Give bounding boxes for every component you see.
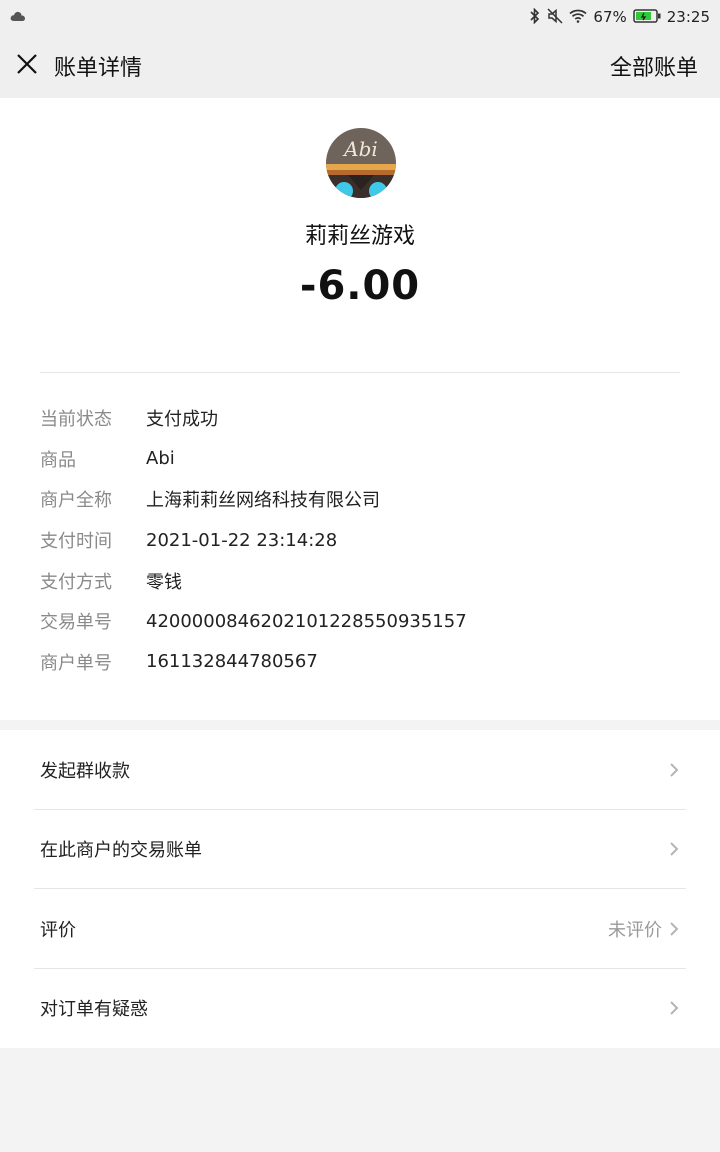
detail-row-product: 商品 Abi: [40, 439, 680, 480]
chevron-right-icon: [666, 841, 682, 857]
merchant-name: 莉莉丝游戏: [304, 224, 415, 249]
detail-row-pay-time: 支付时间 2021-01-22 23:14:28: [40, 520, 680, 561]
detail-label: 当前状态: [40, 409, 112, 431]
menu-item-label: 在此商户的交易账单: [40, 840, 202, 862]
nav-bar: 账单详情 全部账单: [0, 34, 720, 98]
detail-label: 商户单号: [40, 652, 112, 674]
menu-item-order-question[interactable]: 对订单有疑惑: [0, 969, 720, 1049]
details-list: 当前状态 支付成功 商品 Abi 商户全称 上海莉莉丝网络科技有限公司 支付时间…: [40, 398, 680, 682]
detail-row-status: 当前状态 支付成功: [40, 398, 680, 439]
action-menu: 发起群收款 在此商户的交易账单 评价 未评价 对订单有疑惑: [0, 730, 720, 1048]
bill-card: Abi 莉莉丝游戏 -6.00 当前状态 支付成功 商品 Abi 商户全称 上海…: [0, 98, 720, 720]
detail-row-merchant-full-name: 商户全称 上海莉莉丝网络科技有限公司: [40, 479, 680, 520]
bluetooth-icon: [529, 7, 541, 27]
divider: [40, 372, 680, 373]
battery-percent: 67%: [593, 7, 627, 26]
detail-label: 交易单号: [40, 612, 112, 634]
detail-row-transaction-id: 交易单号 4200000846202101228550935157: [40, 601, 680, 642]
detail-value: 支付成功: [146, 409, 218, 431]
detail-value: 4200000846202101228550935157: [146, 610, 467, 632]
avatar-logo-text: Abi: [342, 137, 378, 161]
menu-item-label: 发起群收款: [40, 760, 130, 782]
detail-label: 商户全称: [40, 490, 112, 512]
cloud-icon: [10, 8, 26, 26]
wifi-icon: [569, 9, 587, 26]
detail-row-pay-method: 支付方式 零钱: [40, 560, 680, 601]
close-button[interactable]: [0, 34, 54, 98]
detail-label: 支付时间: [40, 531, 112, 553]
detail-value: 2021-01-22 23:14:28: [146, 529, 338, 551]
merchant-avatar: Abi: [326, 128, 396, 198]
clock: 23:25: [666, 7, 710, 26]
chevron-right-icon: [666, 921, 682, 937]
detail-label: 支付方式: [40, 571, 112, 593]
detail-value: 161132844780567: [146, 651, 318, 673]
mute-icon: [547, 7, 563, 27]
chevron-right-icon: [666, 1000, 682, 1016]
detail-value: 上海莉莉丝网络科技有限公司: [146, 490, 380, 512]
amount: -6.00: [299, 263, 421, 309]
chevron-right-icon: [666, 762, 682, 778]
bottom-background: [0, 1048, 720, 1152]
detail-value: 零钱: [146, 571, 182, 593]
battery-icon: [633, 8, 661, 26]
detail-row-merchant-order-id: 商户单号 161132844780567: [40, 642, 680, 683]
detail-label: 商品: [40, 449, 76, 471]
menu-item-group-collect[interactable]: 发起群收款: [0, 730, 720, 810]
all-bills-link[interactable]: 全部账单: [610, 50, 698, 82]
menu-item-label: 对订单有疑惑: [40, 999, 148, 1021]
close-icon: [16, 53, 38, 79]
review-status: 未评价: [608, 919, 662, 941]
menu-item-review[interactable]: 评价 未评价: [0, 889, 720, 969]
status-bar: 67% 23:25: [0, 0, 720, 34]
menu-item-label: 评价: [40, 919, 76, 941]
menu-item-merchant-bills[interactable]: 在此商户的交易账单: [0, 810, 720, 889]
page-title: 账单详情: [54, 56, 143, 81]
detail-value: Abi: [146, 448, 175, 470]
